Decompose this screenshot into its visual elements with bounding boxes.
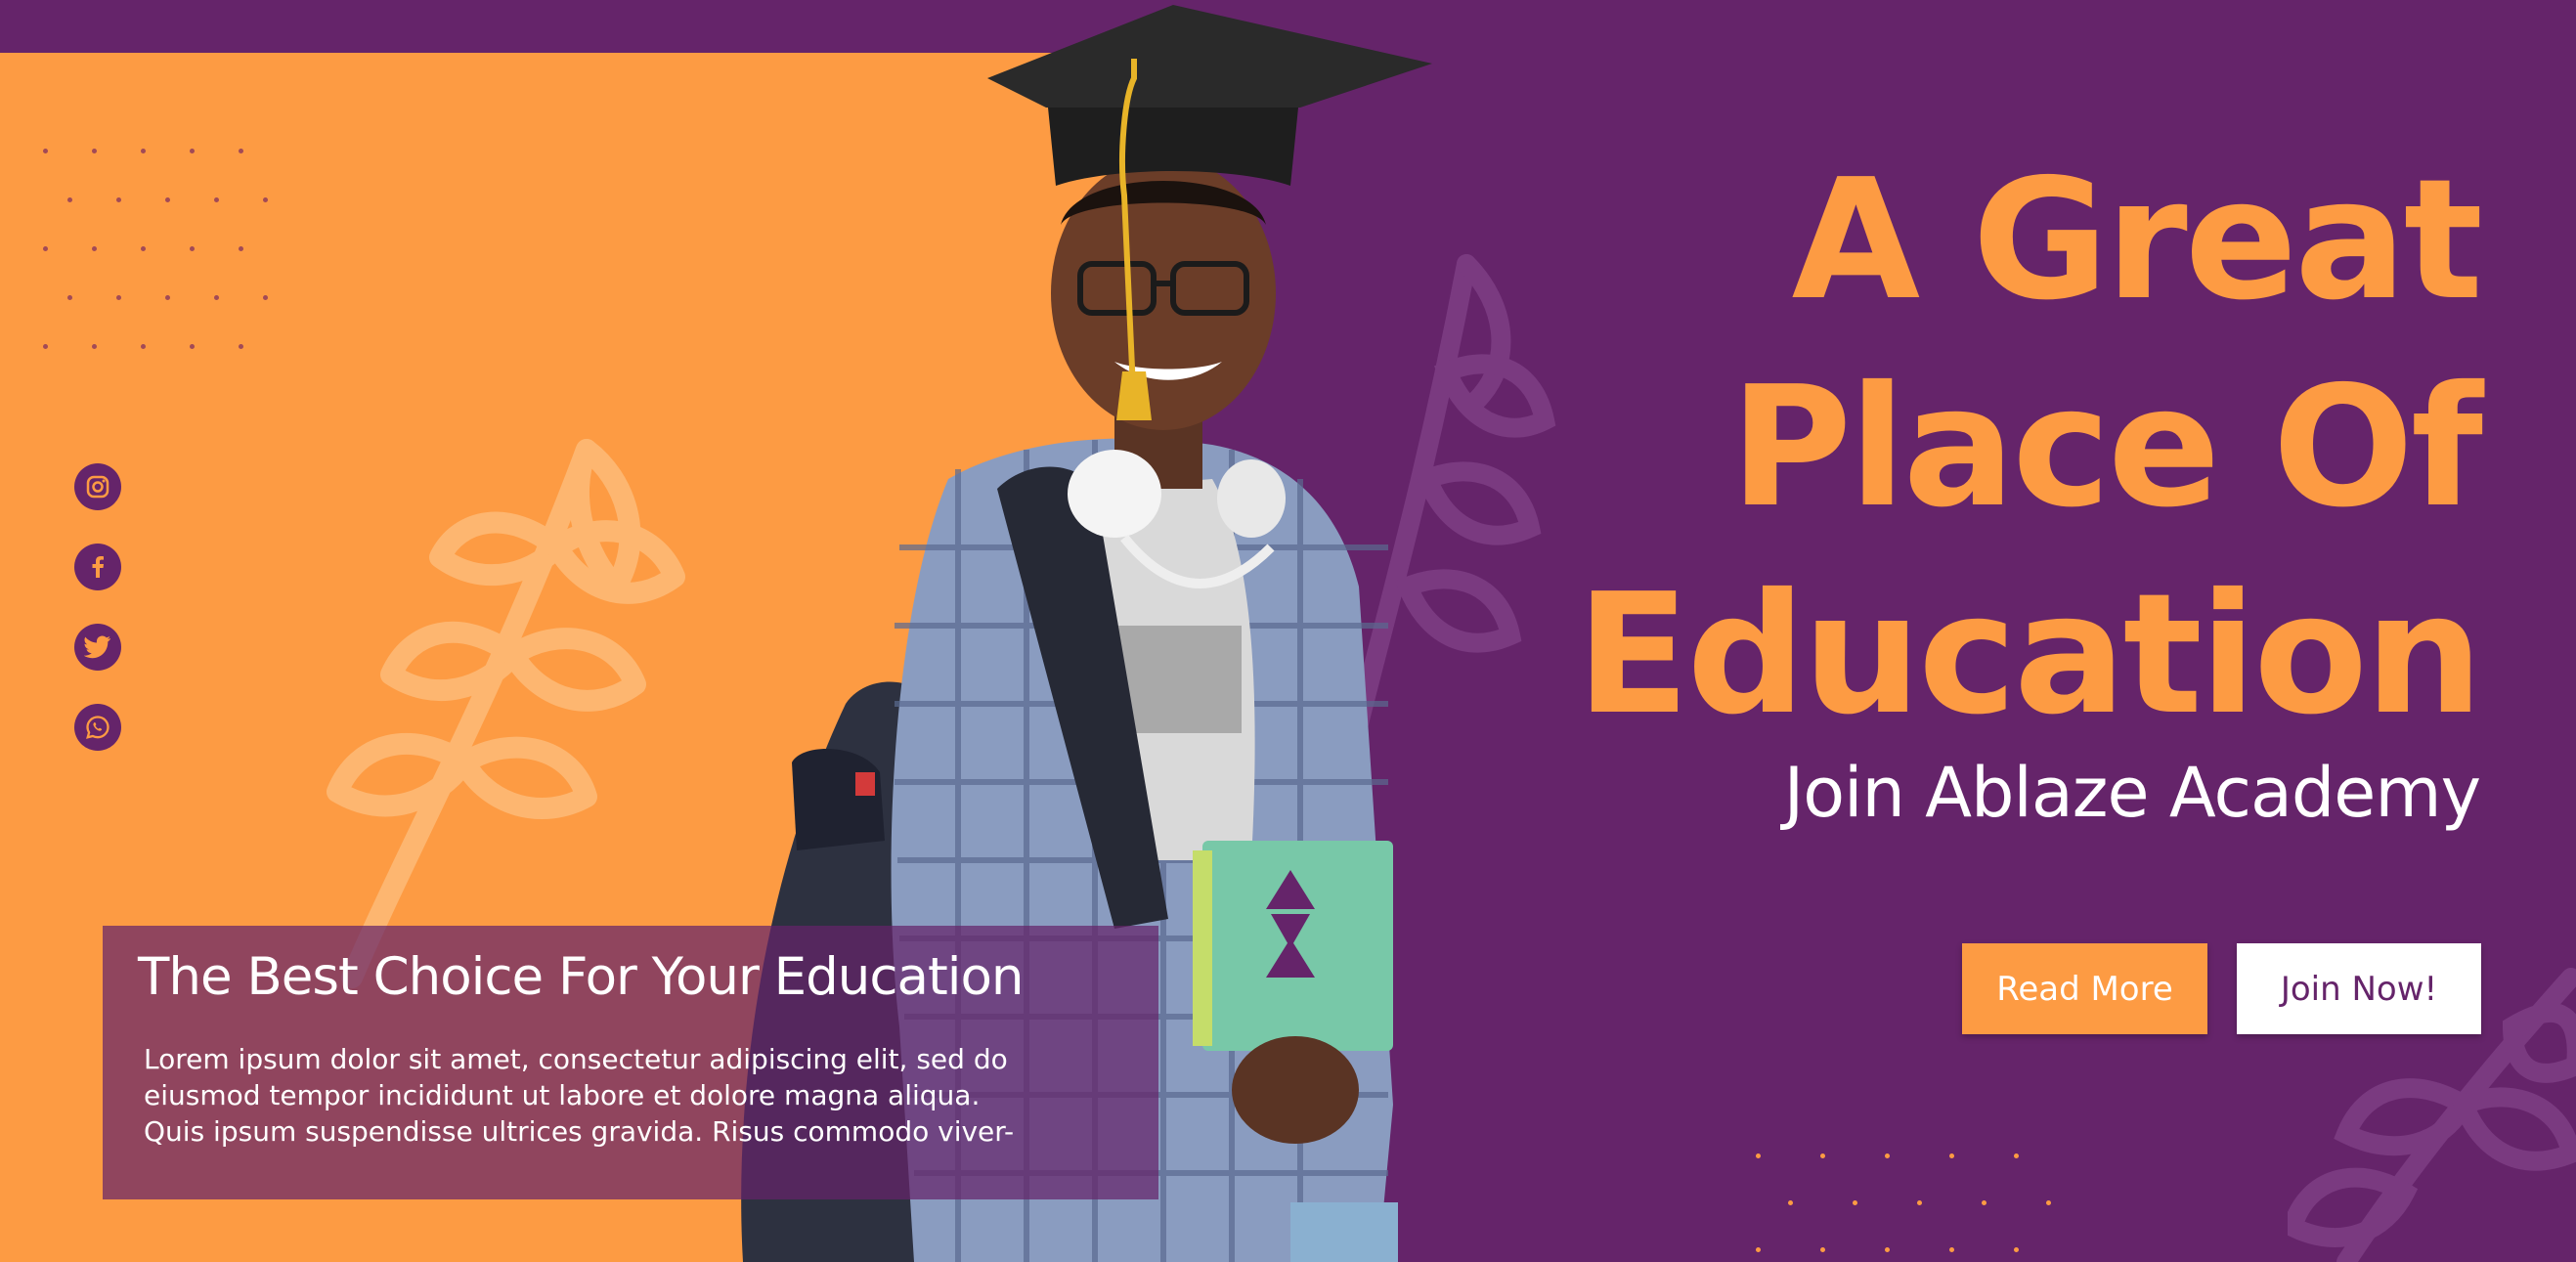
wheat-leaf-decoration	[327, 439, 685, 988]
decorative-dot	[1820, 1153, 1825, 1158]
hero-subheadline: Join Ablaze Academy	[1783, 753, 2481, 833]
decorative-dot	[141, 246, 146, 251]
decorative-dot	[1853, 1200, 1857, 1205]
hero-headline: A Great Place Of Education	[1576, 137, 2483, 759]
info-body-line: eiusmod tempor incididunt ut labore et d…	[144, 1079, 981, 1111]
decorative-dot	[92, 344, 97, 349]
decorative-dot	[165, 295, 170, 300]
decorative-dot	[263, 295, 268, 300]
decorative-dot	[43, 344, 48, 349]
decorative-dot	[43, 149, 48, 153]
decorative-dot	[116, 197, 121, 202]
education-banner: A Great Place Of Education Join Ablaze A…	[0, 0, 2576, 1262]
info-box: The Best Choice For Your Education Lorem…	[103, 926, 1158, 1199]
info-body-line: Lorem ipsum dolor sit amet, consectetur …	[144, 1043, 1008, 1075]
whatsapp-icon[interactable]	[74, 704, 121, 751]
decorative-dot	[214, 295, 219, 300]
decorative-dot	[1982, 1200, 1987, 1205]
decorative-dot	[2046, 1200, 2051, 1205]
decorative-dot	[263, 197, 268, 202]
decorative-dot	[2014, 1153, 2019, 1158]
decorative-dot	[1917, 1200, 1922, 1205]
decorative-dot	[1885, 1153, 1890, 1158]
instagram-icon[interactable]	[74, 463, 121, 510]
join-now-button[interactable]: Join Now!	[2237, 943, 2481, 1034]
decorative-dot	[43, 246, 48, 251]
info-body-line: Quis ipsum suspendisse ultrices gravida.…	[144, 1115, 1015, 1148]
headline-line: A Great	[1791, 144, 2483, 337]
decorative-dot	[190, 246, 195, 251]
decorative-dot	[141, 149, 146, 153]
headline-line: Place Of	[1729, 351, 2483, 544]
decorative-dot	[1788, 1200, 1793, 1205]
decorative-dot	[92, 149, 97, 153]
decorative-dot	[239, 246, 243, 251]
decorative-dot	[239, 344, 243, 349]
info-body: Lorem ipsum dolor sit amet, consectetur …	[144, 1041, 1131, 1150]
info-title: The Best Choice For Your Education	[138, 947, 1024, 1007]
decorative-dot	[239, 149, 243, 153]
read-more-button[interactable]: Read More	[1962, 943, 2207, 1034]
decorative-dot	[2014, 1247, 2019, 1252]
decorative-dot	[1756, 1247, 1761, 1252]
decorative-dot	[1756, 1153, 1761, 1158]
decorative-dot	[165, 197, 170, 202]
green-book	[1202, 841, 1393, 1051]
decorative-dot	[1949, 1247, 1954, 1252]
decorative-dot	[214, 197, 219, 202]
facebook-icon[interactable]	[74, 544, 121, 590]
twitter-icon[interactable]	[74, 624, 121, 671]
decorative-dot	[190, 344, 195, 349]
decorative-dot	[67, 295, 72, 300]
decorative-dot	[92, 246, 97, 251]
social-links	[74, 463, 121, 751]
decorative-dot	[67, 197, 72, 202]
decorative-dot	[1949, 1153, 1954, 1158]
headline-line: Education	[1576, 558, 2483, 752]
decorative-dot	[116, 295, 121, 300]
decorative-dot	[141, 344, 146, 349]
decorative-dot	[190, 149, 195, 153]
decorative-dot	[1885, 1247, 1890, 1252]
decorative-dot	[1820, 1247, 1825, 1252]
